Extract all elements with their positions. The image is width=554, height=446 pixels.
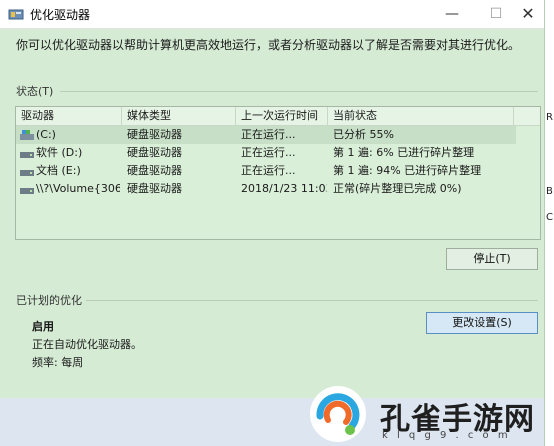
stop-button[interactable]: 停止(T) — [446, 248, 538, 270]
media-type: 硬盘驱动器 — [127, 164, 182, 177]
drive-list-header: 驱动器 媒体类型 上一次运行时间 当前状态 — [16, 107, 540, 126]
status-section-label: 状态(T) — [16, 85, 54, 98]
minimize-button[interactable]: — — [434, 0, 470, 28]
last-run-time: 正在运行... — [241, 146, 296, 159]
drive-row-volume[interactable]: \\?\Volume{3065... 硬盘驱动器 2018/1/23 11:03… — [16, 180, 516, 198]
media-type: 硬盘驱动器 — [127, 146, 182, 159]
watermark-url: k l q g 9 . c o m — [382, 430, 511, 441]
background-window-fragment: C — [546, 212, 553, 223]
column-header-spacer — [514, 107, 540, 125]
drive-row-c[interactable]: (C:) 硬盘驱动器 正在运行... 已分析 55% — [16, 126, 516, 144]
media-type: 硬盘驱动器 — [127, 182, 182, 195]
schedule-description: 正在自动优化驱动器。 — [32, 338, 142, 351]
current-state: 第 1 遍: 6% 已进行碎片整理 — [333, 146, 475, 159]
window-title: 优化驱动器 — [30, 8, 91, 22]
drive-row-e[interactable]: 文档 (E:) 硬盘驱动器 正在运行... 第 1 遍: 94% 已进行碎片整理 — [16, 162, 516, 180]
system-drive-icon — [20, 130, 34, 140]
hard-drive-icon — [20, 152, 34, 158]
scheduled-section-label: 已计划的优化 — [16, 294, 82, 307]
drive-list[interactable]: 驱动器 媒体类型 上一次运行时间 当前状态 (C:) 硬盘驱动器 正在运行...… — [15, 106, 541, 240]
change-settings-button[interactable]: 更改设置(S) — [426, 312, 538, 334]
drive-row-d[interactable]: 软件 (D:) 硬盘驱动器 正在运行... 第 1 遍: 6% 已进行碎片整理 — [16, 144, 516, 162]
last-run-time: 正在运行... — [241, 128, 296, 141]
drive-name: 文档 (E:) — [36, 164, 81, 177]
hard-drive-icon — [20, 170, 34, 176]
last-run-time: 正在运行... — [241, 164, 296, 177]
maximize-button[interactable]: ☐ — [478, 0, 514, 28]
close-button[interactable]: ✕ — [510, 0, 546, 28]
scheduled-divider — [86, 300, 538, 301]
watermark-logo-icon — [310, 386, 366, 442]
column-header-current-state[interactable]: 当前状态 — [328, 107, 514, 125]
drive-name: 软件 (D:) — [36, 146, 83, 159]
background-window-fragment: R — [546, 112, 553, 123]
current-state: 第 1 遍: 94% 已进行碎片整理 — [333, 164, 482, 177]
column-header-drive[interactable]: 驱动器 — [16, 107, 122, 125]
defrag-app-icon — [8, 9, 24, 20]
description-text: 你可以优化驱动器以帮助计算机更高效地运行，或者分析驱动器以了解是否需要对其进行优… — [16, 38, 521, 52]
schedule-state: 启用 — [32, 320, 54, 333]
background-window-fragment: B — [546, 186, 553, 197]
column-header-last-run[interactable]: 上一次运行时间 — [236, 107, 328, 125]
current-state: 已分析 55% — [333, 128, 394, 141]
hard-drive-icon — [20, 188, 34, 194]
last-run-time: 2018/1/23 11:03 — [241, 182, 327, 195]
media-type: 硬盘驱动器 — [127, 128, 182, 141]
schedule-frequency: 频率: 每周 — [32, 356, 84, 369]
drive-name: (C:) — [36, 128, 56, 141]
title-bar[interactable]: 优化驱动器 — ☐ ✕ — [0, 0, 544, 29]
status-divider — [60, 91, 538, 92]
column-header-media-type[interactable]: 媒体类型 — [122, 107, 236, 125]
drive-name: \\?\Volume{3065... — [36, 182, 120, 195]
current-state: 正常(碎片整理已完成 0%) — [333, 182, 462, 195]
optimize-drives-window: 优化驱动器 — ☐ ✕ 你可以优化驱动器以帮助计算机更高效地运行，或者分析驱动器… — [0, 0, 545, 446]
